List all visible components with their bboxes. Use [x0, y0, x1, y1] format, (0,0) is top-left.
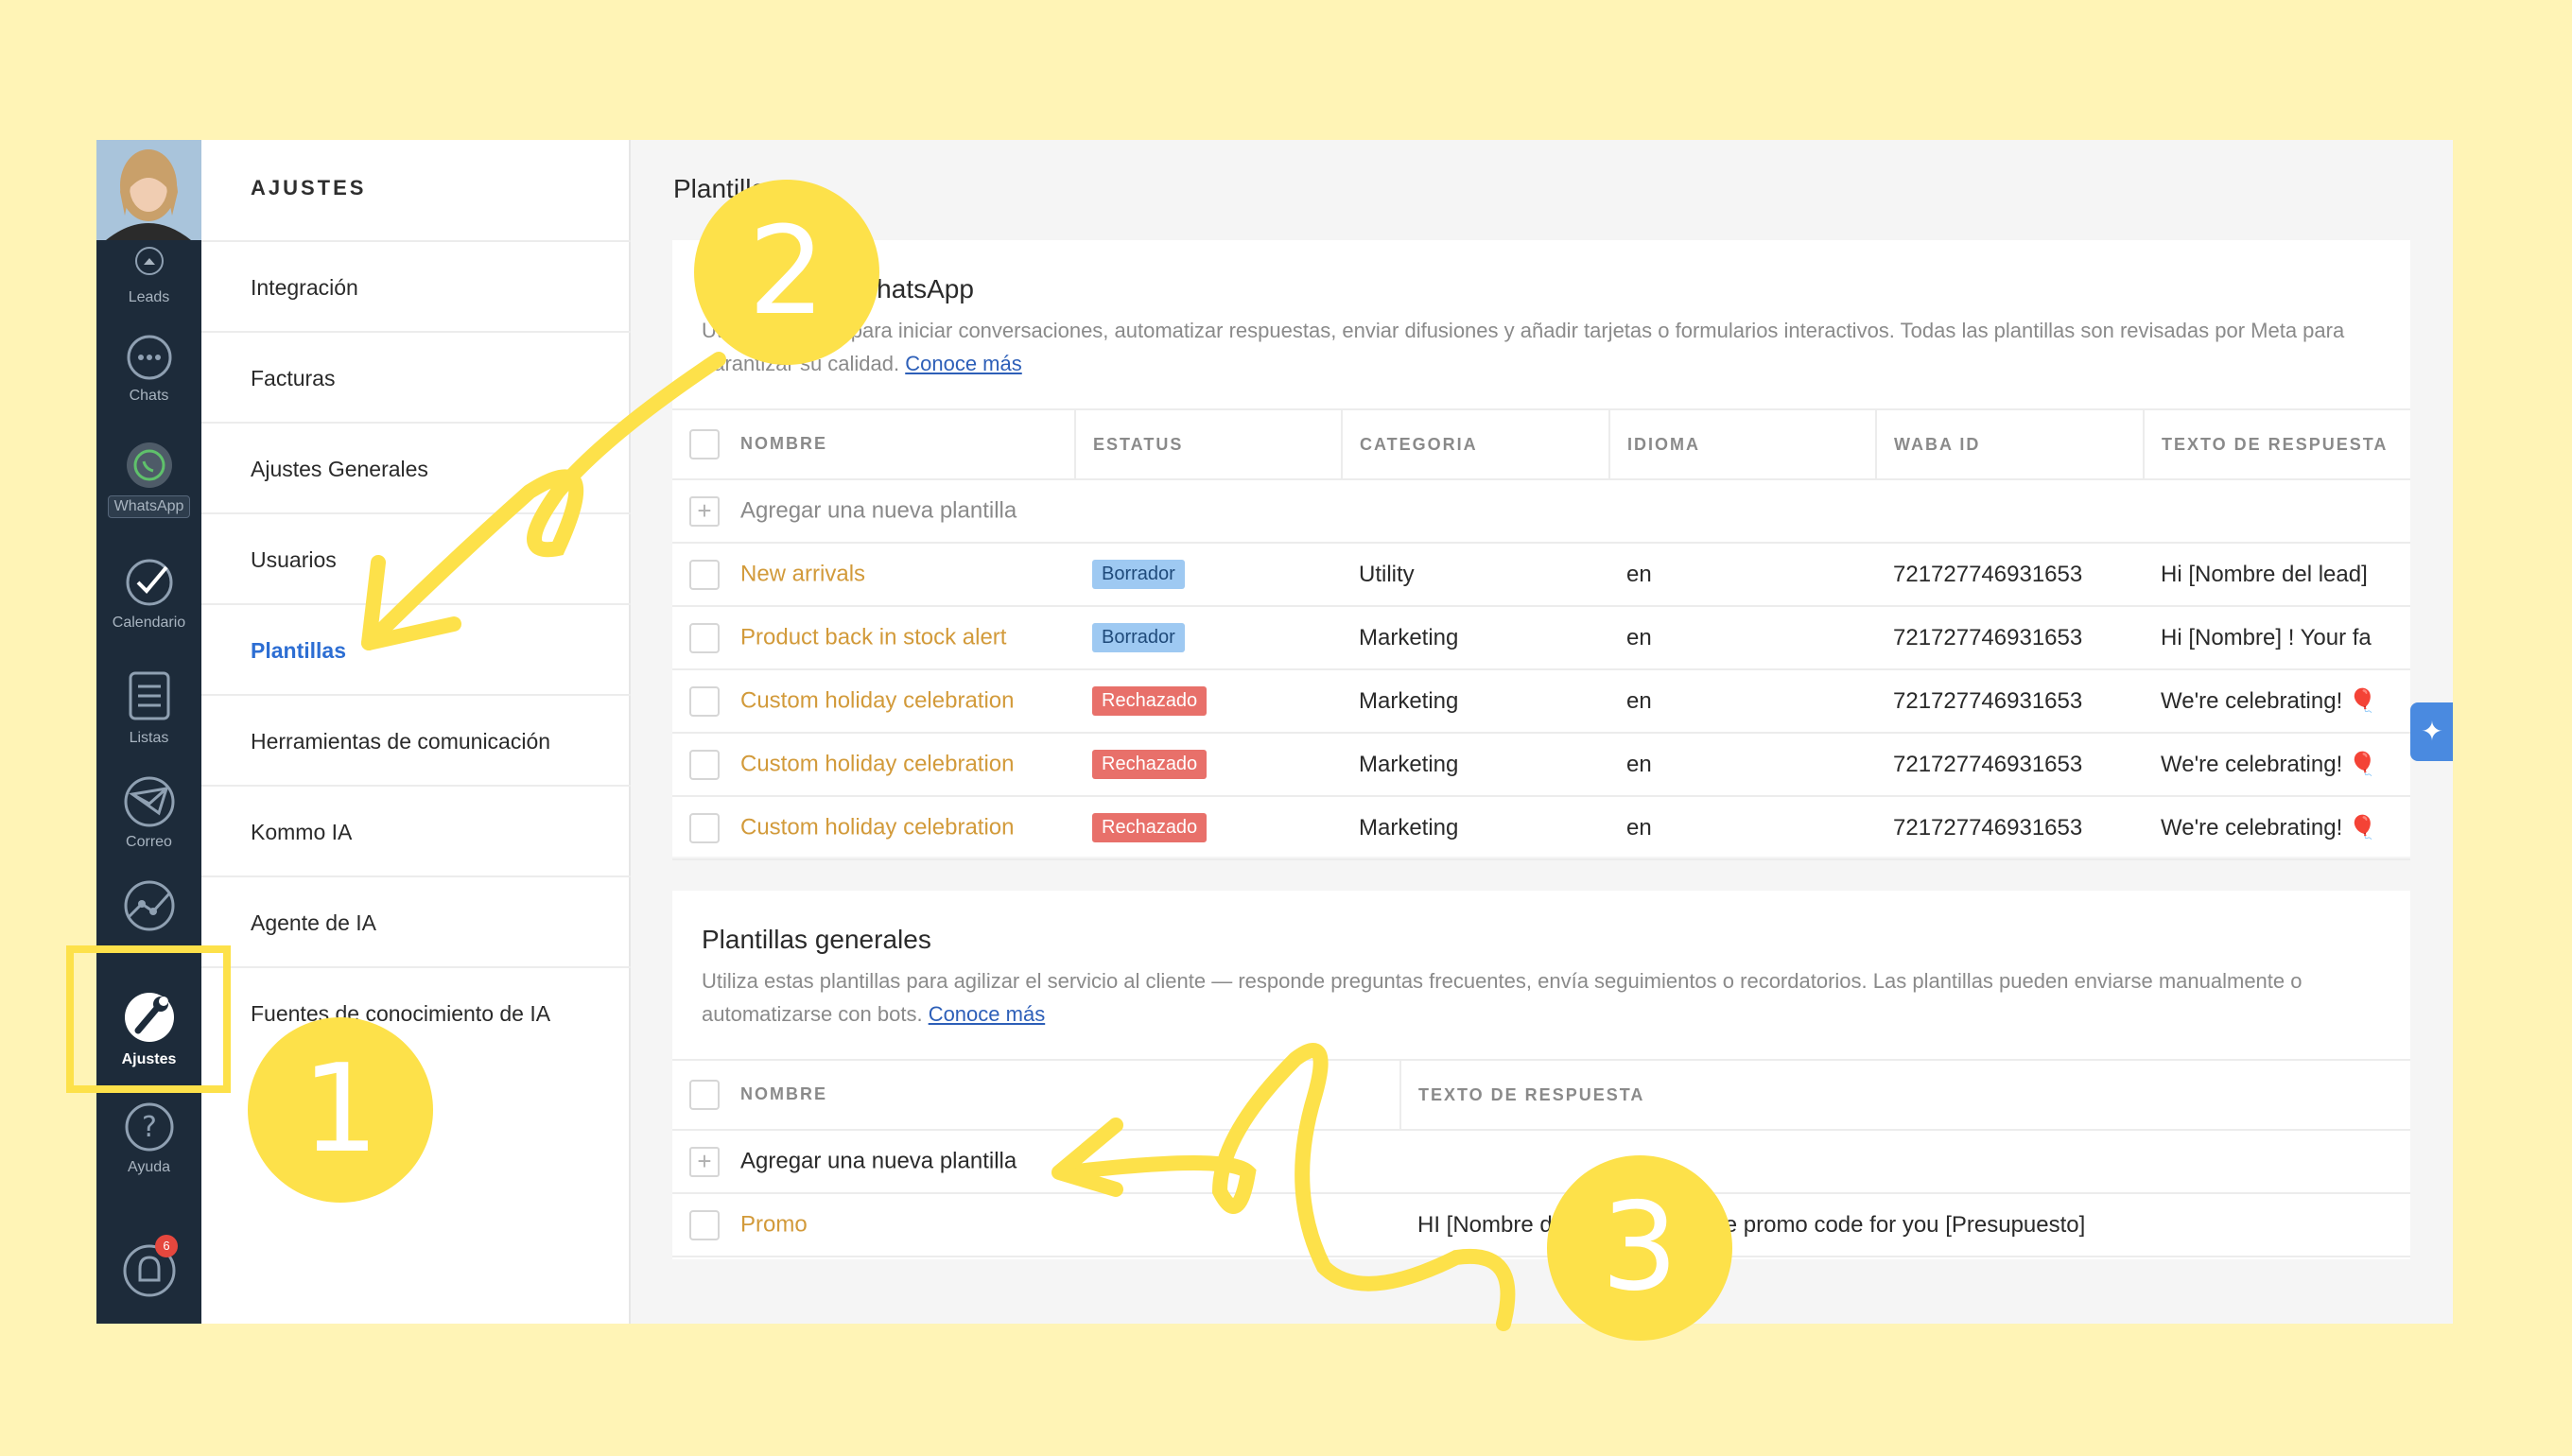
arrow-step-3 [1061, 1043, 1516, 1331]
arrow-step-2 [361, 352, 726, 650]
annotation-arrows [361, 352, 1516, 1331]
arrow-head-step-3 [1051, 1118, 1123, 1197]
